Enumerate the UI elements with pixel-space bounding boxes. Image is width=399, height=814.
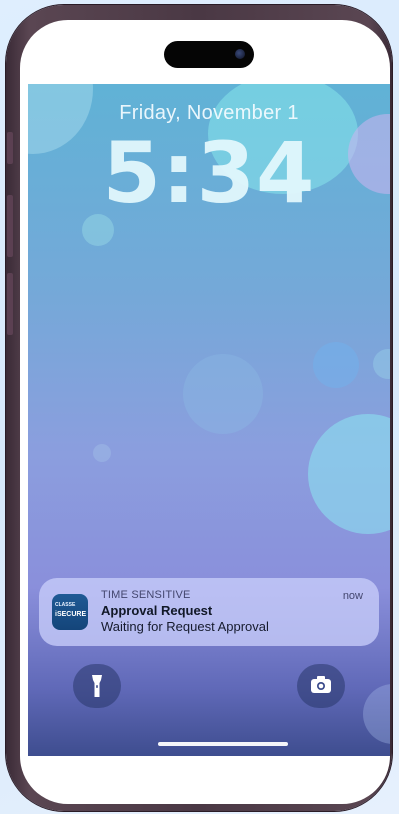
camera-icon	[311, 676, 331, 693]
time-sensitive-label: TIME SENSITIVE	[101, 589, 191, 601]
volume-up-button	[7, 195, 13, 257]
lock-date: Friday, November 1	[119, 102, 299, 124]
bokeh-circle	[308, 414, 390, 534]
notification-timestamp: now	[342, 590, 363, 602]
home-indicator[interactable]	[158, 742, 288, 746]
bokeh-circle	[363, 684, 390, 744]
phone-frame: Friday, November 1 5:34 CLASSE iSECURE T…	[6, 5, 392, 811]
camera-lens-icon	[235, 49, 245, 59]
action-button	[7, 132, 13, 164]
notification-body: Waiting for Request Approval	[101, 619, 269, 634]
app-icon-label: CLASSE	[55, 602, 76, 608]
bokeh-circle	[93, 444, 111, 462]
flashlight-icon	[92, 675, 102, 697]
notification-title: Approval Request	[101, 603, 213, 618]
lock-screen[interactable]: Friday, November 1 5:34 CLASSE iSECURE T…	[28, 84, 390, 756]
isecure-app-icon: CLASSE iSECURE	[52, 594, 88, 630]
notification-card[interactable]: CLASSE iSECURE TIME SENSITIVE now Approv…	[39, 578, 379, 646]
bokeh-circle	[183, 354, 263, 434]
bokeh-circle	[313, 342, 359, 388]
flashlight-button[interactable]	[73, 664, 121, 708]
dynamic-island	[164, 41, 254, 68]
camera-button[interactable]	[297, 664, 345, 708]
lock-clock: 5:34	[102, 124, 316, 222]
volume-down-button	[7, 273, 13, 335]
phone-bezel: Friday, November 1 5:34 CLASSE iSECURE T…	[20, 20, 390, 804]
bokeh-circle	[373, 349, 390, 379]
app-icon-label: iSECURE	[55, 611, 87, 618]
